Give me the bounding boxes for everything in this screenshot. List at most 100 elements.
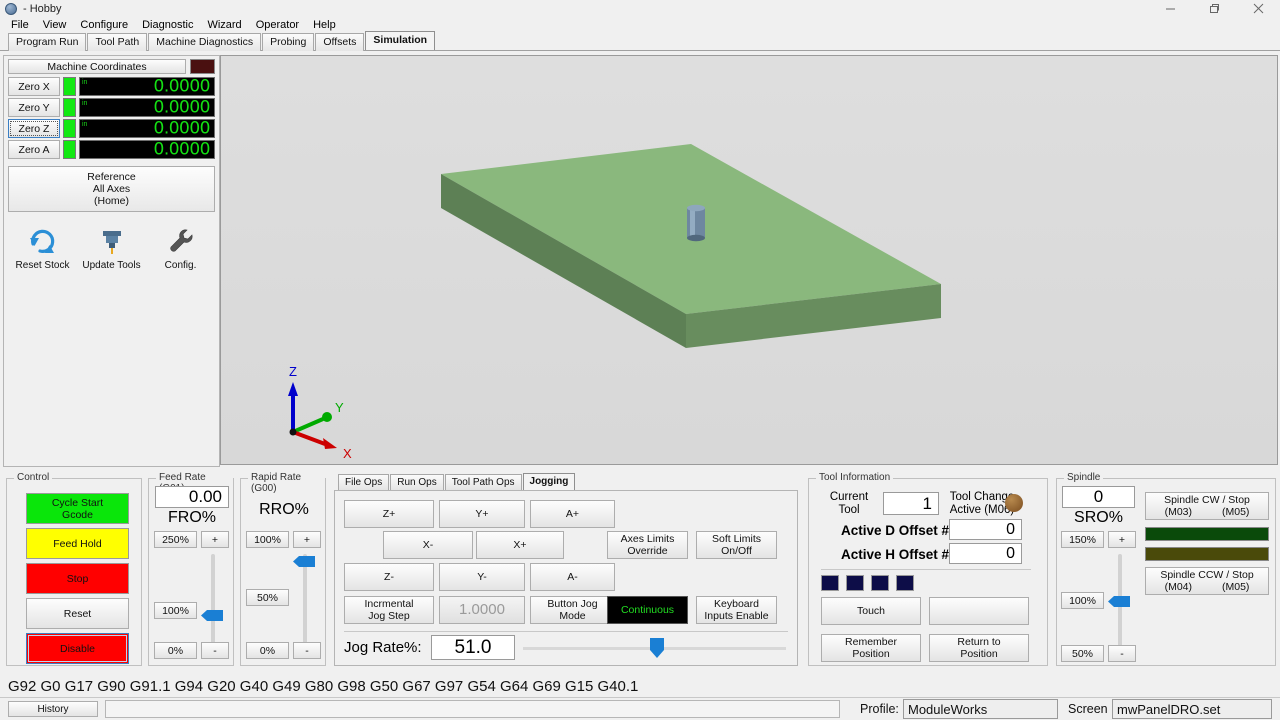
machine-coordinates-button[interactable]: Machine Coordinates xyxy=(8,59,186,74)
jogging-divider xyxy=(344,631,788,632)
config-button[interactable]: Config. xyxy=(146,226,215,271)
rro-minus-button[interactable]: - xyxy=(293,642,321,659)
rro-max-button[interactable]: 100% xyxy=(246,531,289,548)
subtab-jogging[interactable]: Jogging xyxy=(522,473,576,490)
minimize-icon[interactable] xyxy=(1148,0,1192,17)
menu-item-configure[interactable]: Configure xyxy=(73,18,135,32)
dro-y[interactable]: in 0.0000 xyxy=(79,98,215,117)
spindle-cw-stop-button[interactable]: Spindle CW / Stop (M03) (M05) xyxy=(1145,492,1269,520)
soft-limits-line1: Soft Limits xyxy=(711,533,761,545)
keyboard-inputs-enable-button[interactable]: Keyboard Inputs Enable xyxy=(696,596,777,624)
stop-button[interactable]: Stop xyxy=(26,563,129,594)
dro-x[interactable]: in 0.0000 xyxy=(79,77,215,96)
jog-y-minus-button[interactable]: Y- xyxy=(439,563,525,591)
jog-z-minus-button[interactable]: Z- xyxy=(344,563,434,591)
active-h-offset-value[interactable]: 0 xyxy=(949,543,1022,564)
menu-item-diagnostic[interactable]: Diagnostic xyxy=(135,18,200,32)
jog-z-plus-button[interactable]: Z+ xyxy=(344,500,434,528)
jog-x-minus-button[interactable]: X- xyxy=(383,531,473,559)
tab-program-run[interactable]: Program Run xyxy=(8,33,87,51)
menu-item-file[interactable]: File xyxy=(4,18,36,32)
subtab-tool-path-ops[interactable]: Tool Path Ops xyxy=(444,474,522,490)
reset-button[interactable]: Reset xyxy=(26,598,129,629)
subtab-file-ops[interactable]: File Ops xyxy=(338,474,390,490)
feed-hold-button[interactable]: Feed Hold xyxy=(26,528,129,559)
menu-item-help[interactable]: Help xyxy=(306,18,343,32)
workspace: Machine Coordinates Zero X in 0.0000 Zer… xyxy=(0,55,1280,470)
menu-item-view[interactable]: View xyxy=(36,18,74,32)
soft-limits-button[interactable]: Soft Limits On/Off xyxy=(696,531,777,559)
fro-mid-button[interactable]: 100% xyxy=(154,602,197,619)
status-message-field[interactable] xyxy=(105,700,840,718)
jog-y-plus-button[interactable]: Y+ xyxy=(439,500,525,528)
screen-value[interactable]: mwPanelDRO.set xyxy=(1112,699,1272,719)
zero-z-button[interactable]: Zero Z xyxy=(8,119,60,138)
dro-panel: Machine Coordinates Zero X in 0.0000 Zer… xyxy=(3,55,220,467)
zero-a-button[interactable]: Zero A xyxy=(8,140,60,159)
restore-icon[interactable] xyxy=(1192,0,1236,17)
jog-a-minus-button[interactable]: A- xyxy=(530,563,615,591)
menu-item-operator[interactable]: Operator xyxy=(249,18,306,32)
fro-max-button[interactable]: 250% xyxy=(154,531,197,548)
status-bar: History Profile: ModuleWorks Screen mwPa… xyxy=(0,697,1280,720)
rro-mid-button[interactable]: 50% xyxy=(246,589,289,606)
reset-stock-button[interactable]: Reset Stock xyxy=(8,226,77,271)
reference-line-2: All Axes xyxy=(92,183,131,195)
fro-slider-thumb[interactable] xyxy=(201,608,223,621)
history-button[interactable]: History xyxy=(8,701,98,717)
continuous-mode-indicator[interactable]: Continuous xyxy=(607,596,688,624)
sro-slider-thumb[interactable] xyxy=(1108,594,1130,607)
subtab-run-ops[interactable]: Run Ops xyxy=(390,474,444,490)
rro-plus-button[interactable]: + xyxy=(293,531,321,548)
sro-min-button[interactable]: 50% xyxy=(1061,645,1104,662)
tool-blank-button[interactable] xyxy=(929,597,1029,625)
rro-slider[interactable] xyxy=(293,554,316,654)
jog-rate-slider[interactable] xyxy=(523,638,786,658)
tab-machine-diagnostics[interactable]: Machine Diagnostics xyxy=(148,33,262,51)
cycle-start-button[interactable]: Cycle Start Gcode xyxy=(26,493,129,524)
cycle-start-line2: Gcode xyxy=(62,508,93,521)
tab-probing[interactable]: Probing xyxy=(262,33,315,51)
dro-z[interactable]: in 0.0000 xyxy=(79,119,215,138)
jog-step-value-field[interactable]: 1.0000 xyxy=(439,596,525,624)
spindle-ccw-stop-button[interactable]: Spindle CCW / Stop (M04) (M05) xyxy=(1145,567,1269,595)
return-to-position-button[interactable]: Return to Position xyxy=(929,634,1029,662)
dro-a[interactable]: 0.0000 xyxy=(79,140,215,159)
disable-button[interactable]: Disable xyxy=(26,633,129,664)
button-jog-mode-button[interactable]: Button Jog Mode xyxy=(530,596,615,624)
zero-y-button[interactable]: Zero Y xyxy=(8,98,60,117)
tab-simulation[interactable]: Simulation xyxy=(365,31,436,50)
jog-rate-value[interactable]: 51.0 xyxy=(431,635,515,660)
fro-min-button[interactable]: 0% xyxy=(154,642,197,659)
spindle-sro-value[interactable]: 0 xyxy=(1062,486,1135,508)
sro-slider[interactable] xyxy=(1108,554,1131,652)
tab-offsets[interactable]: Offsets xyxy=(315,33,365,51)
update-tools-button[interactable]: Update Tools xyxy=(77,226,146,271)
jog-rate-slider-thumb[interactable] xyxy=(650,638,664,658)
fro-slider[interactable] xyxy=(201,554,224,654)
jog-x-plus-button[interactable]: X+ xyxy=(476,531,564,559)
touch-button[interactable]: Touch xyxy=(821,597,921,625)
sro-minus-button[interactable]: - xyxy=(1108,645,1136,662)
profile-value[interactable]: ModuleWorks xyxy=(903,699,1058,719)
fro-minus-button[interactable]: - xyxy=(201,642,229,659)
active-d-offset-value[interactable]: 0 xyxy=(949,519,1022,540)
zero-x-button[interactable]: Zero X xyxy=(8,77,60,96)
fro-plus-button[interactable]: + xyxy=(201,531,229,548)
rro-min-button[interactable]: 0% xyxy=(246,642,289,659)
reference-all-axes-button[interactable]: Reference All Axes (Home) xyxy=(8,166,215,212)
close-icon[interactable] xyxy=(1236,0,1280,17)
feed-rate-value[interactable]: 0.00 xyxy=(155,486,229,508)
axes-limits-override-button[interactable]: Axes Limits Override xyxy=(607,531,688,559)
sro-mid-button[interactable]: 100% xyxy=(1061,592,1104,609)
jog-a-plus-button[interactable]: A+ xyxy=(530,500,615,528)
current-tool-value[interactable]: 1 xyxy=(883,492,939,515)
remember-position-button[interactable]: Remember Position xyxy=(821,634,921,662)
sro-plus-button[interactable]: + xyxy=(1108,531,1136,548)
tab-tool-path[interactable]: Tool Path xyxy=(87,33,148,51)
sro-max-button[interactable]: 150% xyxy=(1061,531,1104,548)
rro-slider-thumb[interactable] xyxy=(293,554,315,567)
incremental-jog-step-button[interactable]: Incrmental Jog Step xyxy=(344,596,434,624)
simulation-viewport[interactable]: Z Y X xyxy=(220,55,1278,465)
menu-item-wizard[interactable]: Wizard xyxy=(200,18,248,32)
